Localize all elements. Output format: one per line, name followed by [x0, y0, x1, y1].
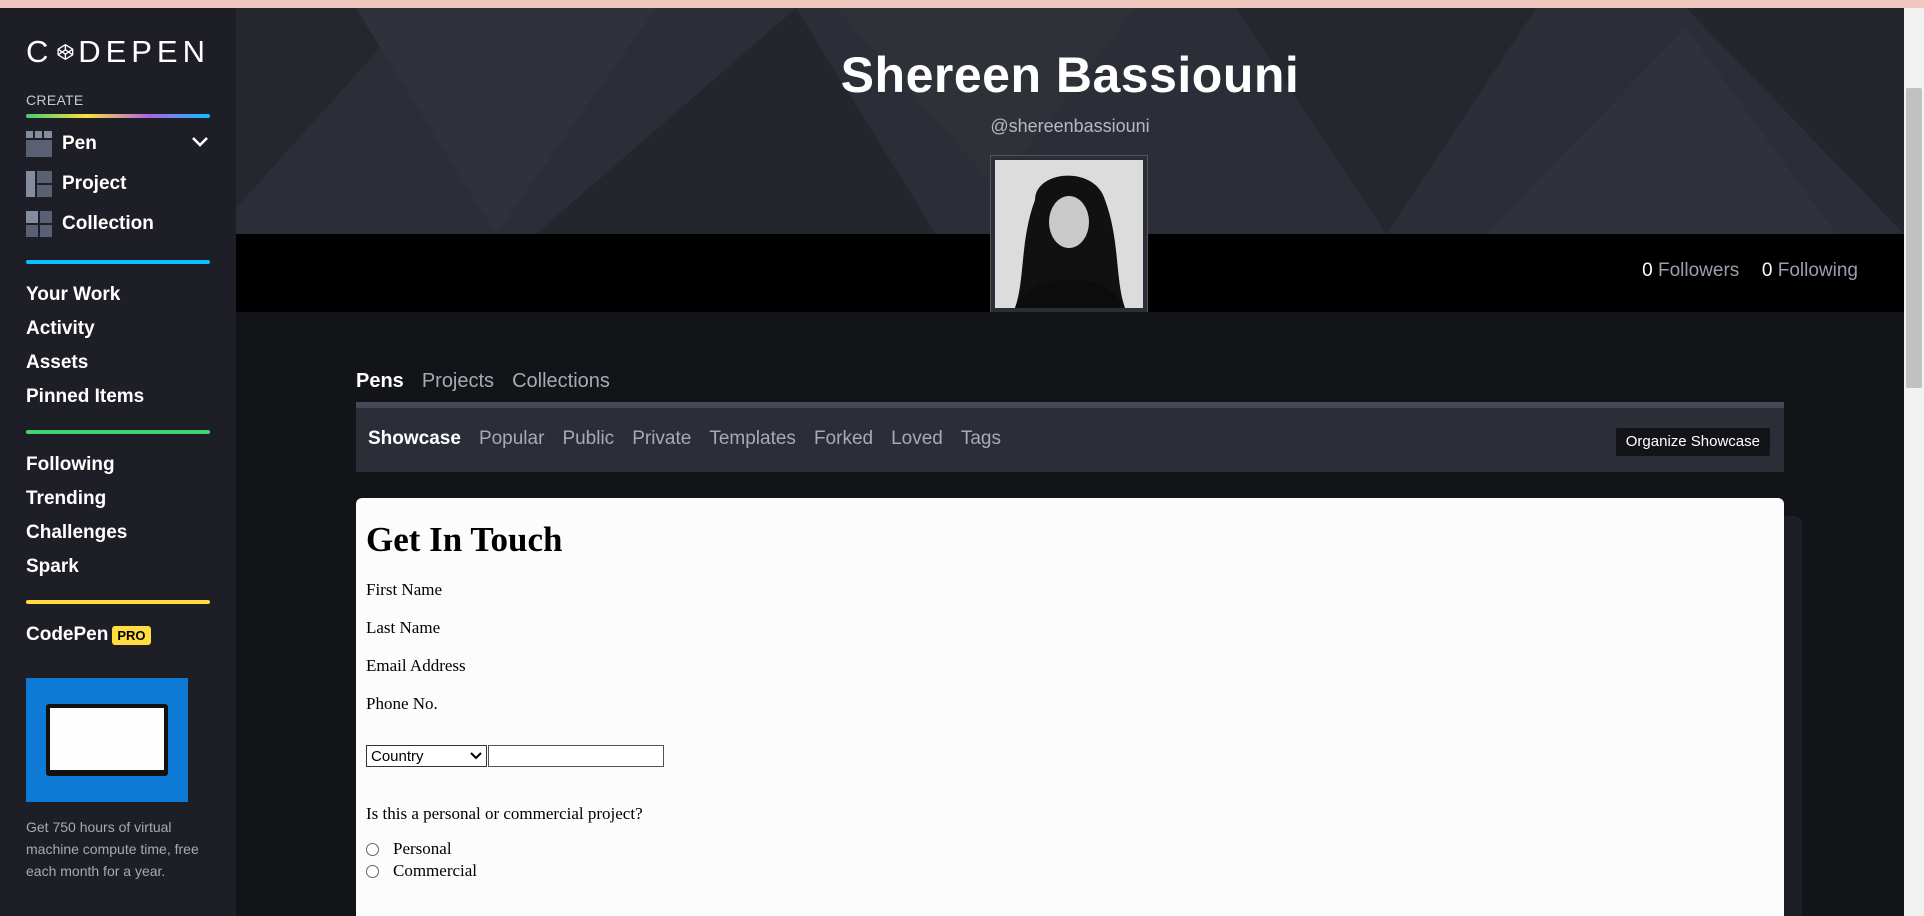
profile-name: Shereen Bassiouni	[840, 47, 1300, 103]
tab-pens[interactable]: Pens	[356, 370, 404, 393]
promo-text: Get 750 hours of virtual machine compute…	[26, 819, 199, 879]
radio-personal[interactable]	[366, 842, 379, 856]
phone-input[interactable]	[488, 745, 664, 767]
promo-monitor-graphic	[46, 704, 168, 776]
page-scrollbar-thumb[interactable]	[1906, 88, 1922, 388]
avatar-portrait	[995, 160, 1143, 308]
phone-no-label: Phone No.	[366, 694, 438, 713]
profile-tabs: Pens Projects Collections	[356, 370, 610, 393]
radio-commercial-label: Commercial	[393, 861, 478, 880]
create-rainbow-divider	[26, 114, 210, 118]
create-project-label: Project	[62, 173, 127, 194]
codepen-cube-icon	[57, 44, 74, 60]
browser-top-strip	[0, 0, 1924, 8]
sidebar-divider-green	[26, 430, 210, 434]
pens-subnav: Showcase Popular Public Private Template…	[356, 402, 1784, 472]
sidebar-divider-yellow	[26, 600, 210, 604]
create-collection-label: Collection	[62, 213, 154, 234]
tab-collections[interactable]: Collections	[512, 370, 610, 393]
sidebar-item-spark[interactable]: Spark	[26, 550, 210, 584]
pen-grid-icon	[26, 131, 52, 157]
sidebar-item-pinned-items[interactable]: Pinned Items	[26, 380, 210, 414]
logo-text-right: DEPEN	[78, 34, 210, 69]
create-collection-button[interactable]: Collection	[26, 204, 210, 244]
sidebar-item-assets[interactable]: Assets	[26, 346, 210, 380]
country-row: Country	[366, 742, 1774, 770]
last-name-label: Last Name	[366, 618, 441, 637]
tab-projects[interactable]: Projects	[422, 370, 494, 393]
country-select-value: Country	[371, 747, 424, 765]
email-address-label: Email Address	[366, 656, 466, 675]
radio-personal-row[interactable]: Personal	[366, 838, 1774, 860]
subtab-private[interactable]: Private	[632, 428, 691, 450]
codepen-pro-link[interactable]: CodePen PRO	[26, 618, 210, 652]
sidebar-item-following[interactable]: Following	[26, 448, 210, 482]
following-count: 0	[1761, 260, 1773, 281]
sidebar-item-your-work[interactable]: Your Work	[26, 278, 210, 312]
chevron-down-icon[interactable]	[190, 132, 210, 152]
organize-showcase-button[interactable]: Organize Showcase	[1615, 428, 1770, 456]
create-pen-button[interactable]: Pen	[26, 124, 210, 164]
subtab-public[interactable]: Public	[562, 428, 614, 450]
radio-personal-label: Personal	[393, 839, 452, 858]
codepen-logo[interactable]: C DEPEN	[26, 32, 210, 72]
follow-stats: 0 Followers 0 Following	[1642, 260, 1858, 282]
subtab-loved[interactable]: Loved	[891, 428, 943, 450]
avatar[interactable]	[990, 155, 1148, 313]
sidebar-divider-blue	[26, 260, 210, 264]
followers-count: 0	[1642, 260, 1653, 281]
following-link[interactable]: Following	[1778, 260, 1858, 281]
create-section-label: CREATE	[26, 92, 84, 108]
create-pen-label: Pen	[62, 133, 97, 154]
select-chevron-icon	[470, 752, 482, 760]
subtab-templates[interactable]: Templates	[709, 428, 796, 450]
sidebar: C DEPEN CREATE Pen Project Collection Yo…	[0, 8, 236, 916]
subtab-forked[interactable]: Forked	[814, 428, 873, 450]
promo-image[interactable]	[26, 678, 188, 802]
showcase-pen-preview[interactable]: Get In Touch First Name Last Name Email …	[356, 498, 1784, 916]
promo-monitor-screen	[50, 708, 164, 770]
radio-commercial-row[interactable]: Commercial	[366, 860, 1774, 882]
pro-badge: PRO	[112, 625, 151, 645]
subtab-showcase[interactable]: Showcase	[368, 428, 461, 450]
subtab-list: Showcase Popular Public Private Template…	[368, 428, 1001, 450]
sidebar-item-trending[interactable]: Trending	[26, 482, 210, 516]
sidebar-item-challenges[interactable]: Challenges	[26, 516, 210, 550]
sidebar-item-activity[interactable]: Activity	[26, 312, 210, 346]
radio-commercial[interactable]	[366, 864, 379, 878]
followers-link[interactable]: Followers	[1658, 260, 1739, 281]
collection-grid-icon	[26, 211, 52, 237]
logo-text-left: C	[26, 34, 54, 69]
country-select[interactable]: Country	[366, 745, 487, 767]
project-type-question: Is this a personal or commercial project…	[366, 804, 643, 823]
preview-title: Get In Touch	[366, 520, 563, 559]
create-project-button[interactable]: Project	[26, 164, 210, 204]
subtab-popular[interactable]: Popular	[479, 428, 545, 450]
subtab-tags[interactable]: Tags	[961, 428, 1001, 450]
project-layout-icon	[26, 171, 52, 197]
profile-handle: @shereenbassiouni	[990, 116, 1150, 136]
codepen-label: CodePen	[26, 624, 109, 645]
first-name-label: First Name	[366, 580, 443, 599]
